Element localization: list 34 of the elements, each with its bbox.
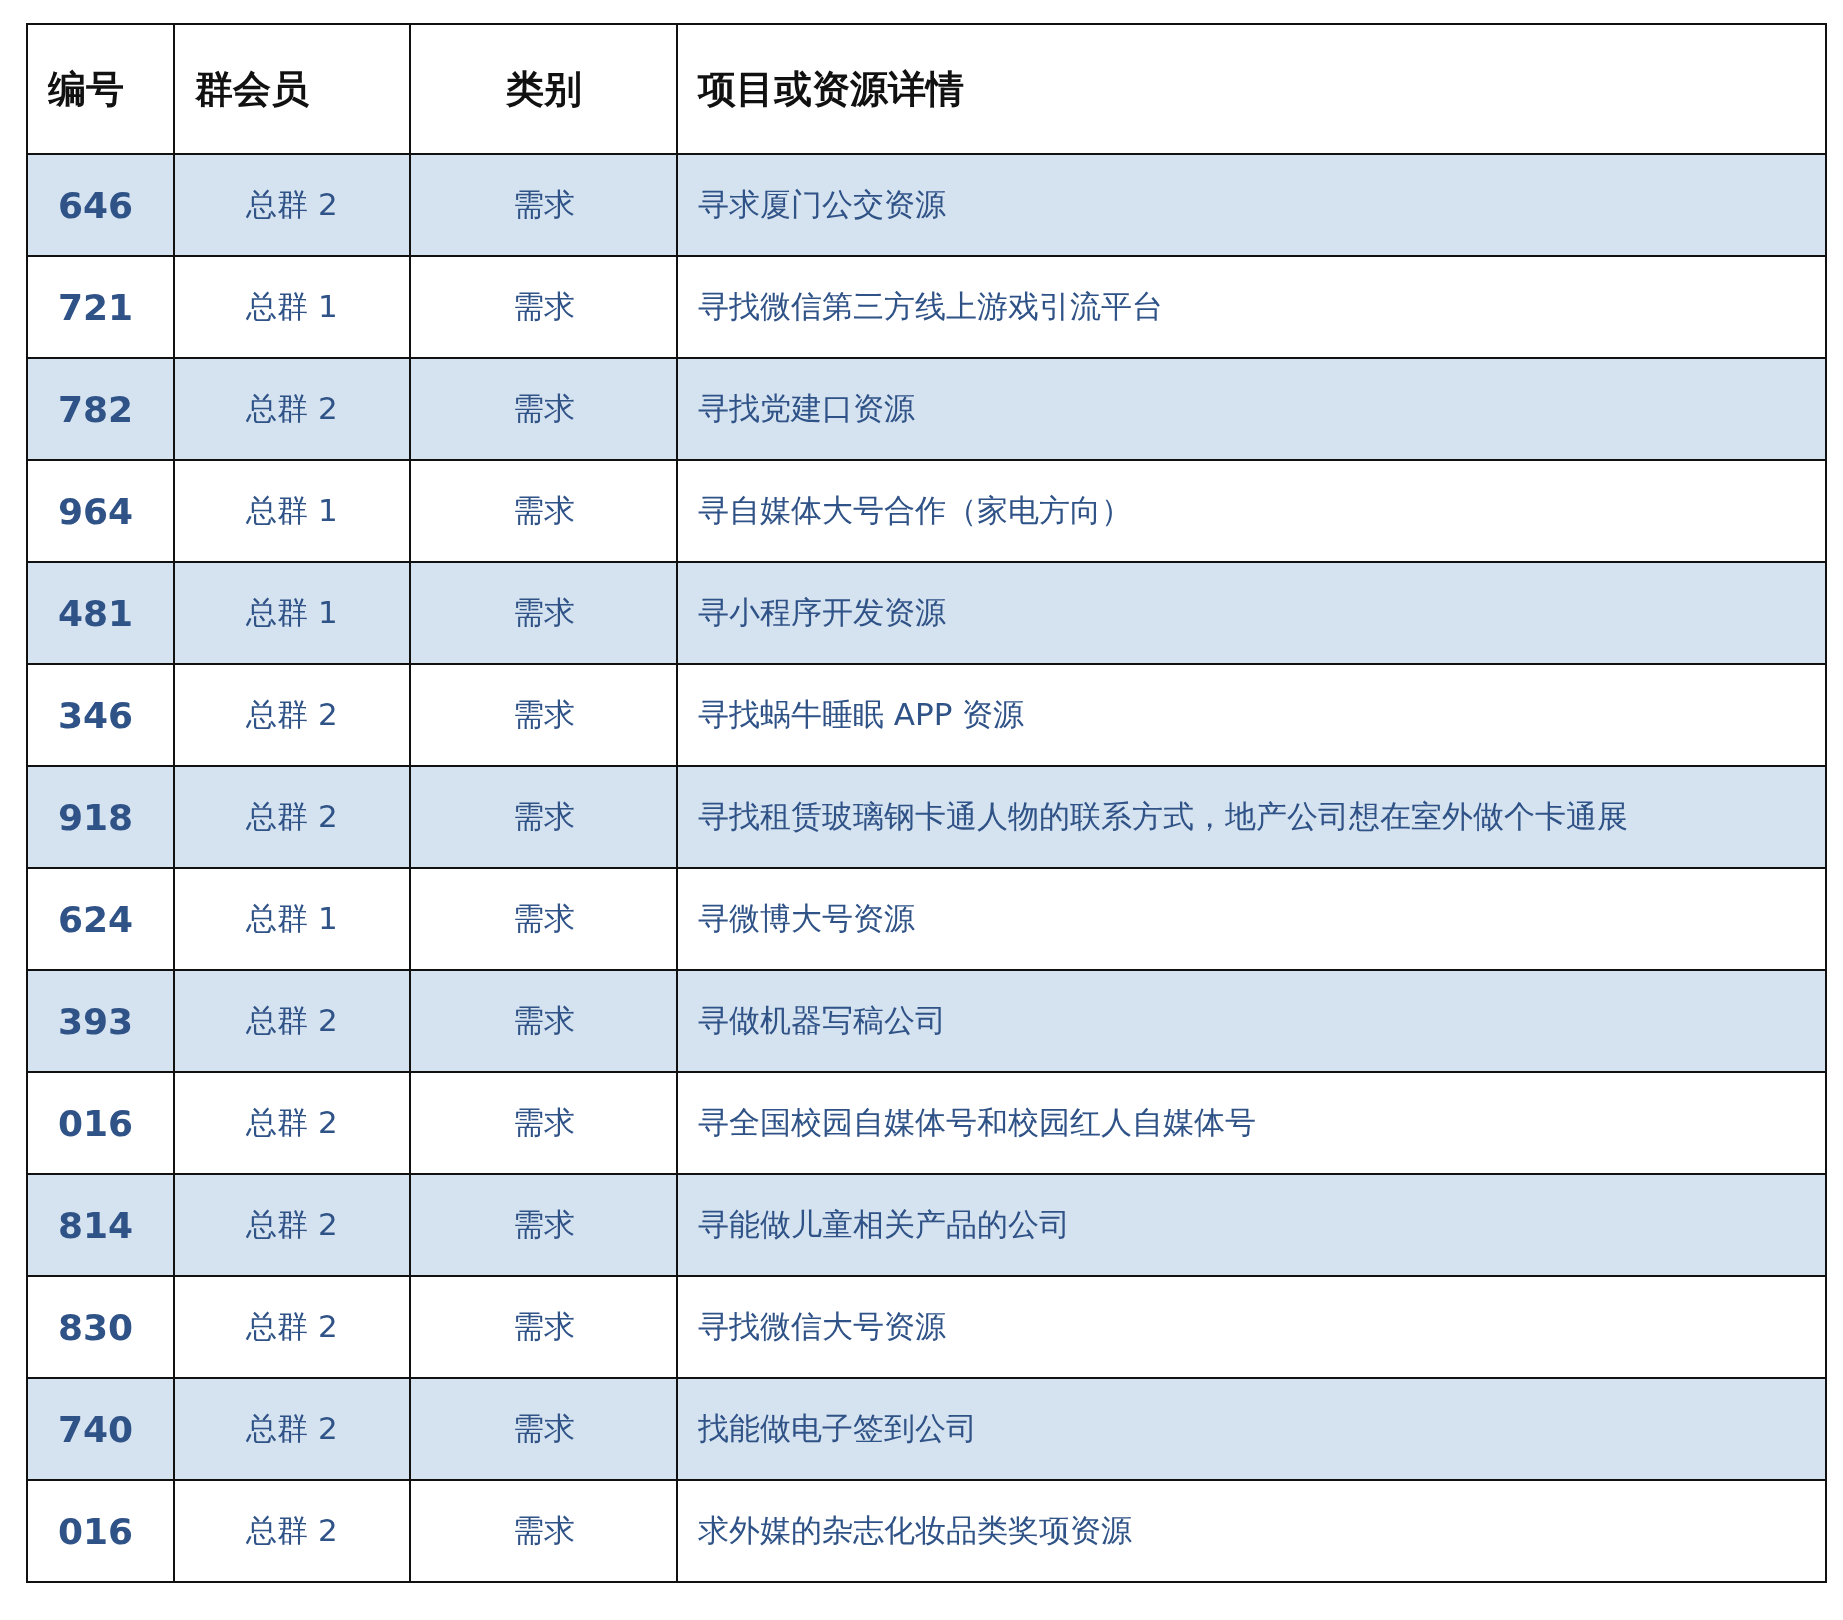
column-header: 项目或资源详情 <box>677 24 1826 154</box>
table-cell: 918 <box>27 766 174 868</box>
table-cell: 寻做机器写稿公司 <box>677 970 1826 1072</box>
table-cell: 总群 2 <box>174 1480 410 1582</box>
table-cell: 740 <box>27 1378 174 1480</box>
table-cell: 总群 2 <box>174 766 410 868</box>
column-header: 编号 <box>27 24 174 154</box>
table-cell: 需求 <box>410 766 677 868</box>
table-cell: 016 <box>27 1480 174 1582</box>
table-cell: 寻求厦门公交资源 <box>677 154 1826 256</box>
table-cell: 求外媒的杂志化妆品类奖项资源 <box>677 1480 1826 1582</box>
table-cell: 寻找党建口资源 <box>677 358 1826 460</box>
table-cell: 寻能做儿童相关产品的公司 <box>677 1174 1826 1276</box>
table-cell: 总群 1 <box>174 562 410 664</box>
table-cell: 寻小程序开发资源 <box>677 562 1826 664</box>
table-cell: 找能做电子签到公司 <box>677 1378 1826 1480</box>
table-cell: 需求 <box>410 1480 677 1582</box>
table-cell: 总群 2 <box>174 1378 410 1480</box>
table-cell: 需求 <box>410 970 677 1072</box>
table-cell: 总群 2 <box>174 154 410 256</box>
table-cell: 需求 <box>410 562 677 664</box>
table-cell: 总群 2 <box>174 1174 410 1276</box>
table-cell: 481 <box>27 562 174 664</box>
table-cell: 总群 2 <box>174 970 410 1072</box>
table-cell: 646 <box>27 154 174 256</box>
table-cell: 393 <box>27 970 174 1072</box>
table-cell: 总群 2 <box>174 358 410 460</box>
table-cell: 需求 <box>410 1174 677 1276</box>
table-cell: 需求 <box>410 358 677 460</box>
table-cell: 782 <box>27 358 174 460</box>
table-cell: 需求 <box>410 154 677 256</box>
table-cell: 814 <box>27 1174 174 1276</box>
table-cell: 需求 <box>410 1378 677 1480</box>
table-cell: 寻找租赁玻璃钢卡通人物的联系方式，地产公司想在室外做个卡通展 <box>677 766 1826 868</box>
